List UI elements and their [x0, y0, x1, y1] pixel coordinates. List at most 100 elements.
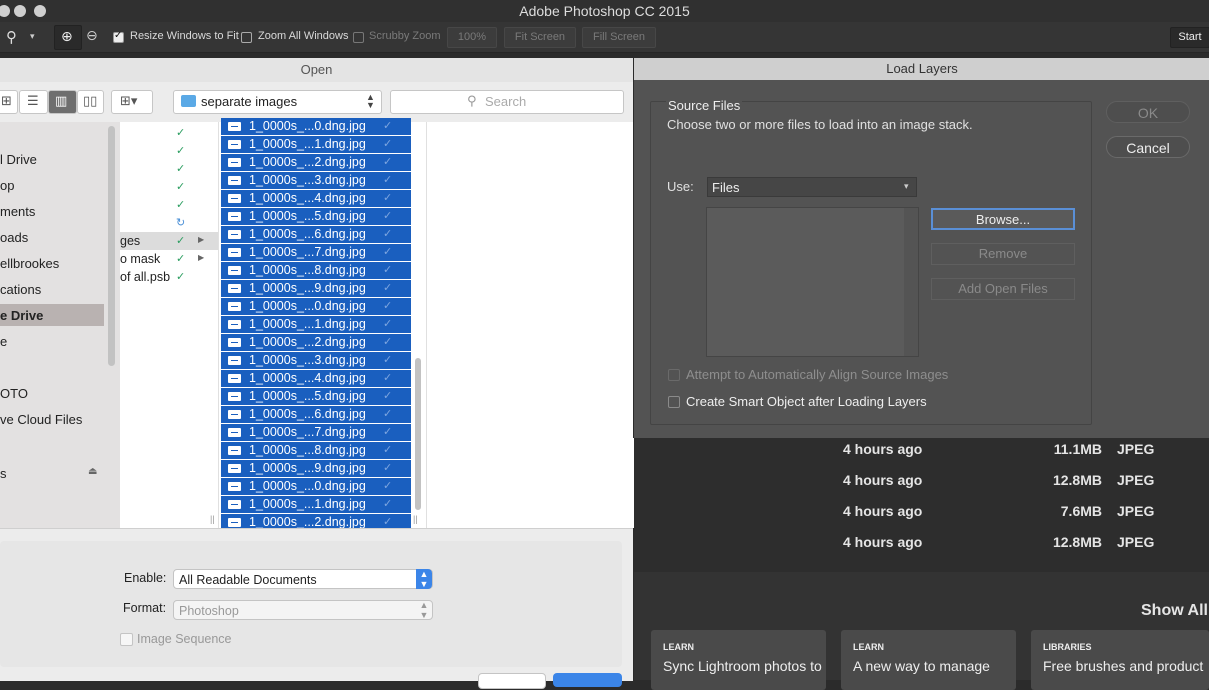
- file-row[interactable]: 1_0000s_...2.dng.jpg ✓: [221, 154, 411, 172]
- image-file-icon: [228, 410, 241, 419]
- sidebar-item[interactable]: cations: [0, 282, 41, 297]
- open-button-partial[interactable]: [553, 673, 622, 687]
- image-file-icon: [228, 374, 241, 383]
- smart-object-checkbox[interactable]: [668, 396, 680, 408]
- file-row[interactable]: 1_0000s_...8.dng.jpg ✓: [221, 442, 411, 460]
- recent-file-row[interactable]: 4 hours ago 7.6MB JPEG: [843, 503, 1154, 519]
- show-all-link[interactable]: Show All: [1141, 602, 1208, 620]
- libraries-card[interactable]: LIBRARIES Free brushes and product: [1031, 630, 1209, 690]
- file-row[interactable]: 1_0000s_...3.dng.jpg ✓: [221, 352, 411, 370]
- file-row[interactable]: 1_0000s_...1.dng.jpg ✓: [221, 316, 411, 334]
- file-row[interactable]: 1_0000s_...6.dng.jpg ✓: [221, 226, 411, 244]
- file-name: 1_0000s_...6.dng.jpg: [249, 407, 366, 421]
- close-window-button[interactable]: [0, 5, 10, 17]
- file-name: 1_0000s_...1.dng.jpg: [249, 497, 366, 511]
- list-view-button[interactable]: ☰: [19, 90, 48, 114]
- sidebar-item[interactable]: e: [0, 334, 7, 349]
- image-file-icon: [228, 356, 241, 365]
- learn-card[interactable]: LEARN A new way to manage: [841, 630, 1016, 690]
- cover-flow-icon: ▯▯: [83, 93, 98, 108]
- sync-check-icon: ✓: [383, 462, 393, 474]
- sidebar-item[interactable]: ments: [0, 204, 35, 219]
- file-row[interactable]: 1_0000s_...1.dng.jpg ✓: [221, 136, 411, 154]
- sidebar-item[interactable]: s: [0, 466, 7, 481]
- file-row[interactable]: 1_0000s_...0.dng.jpg ✓: [221, 298, 411, 316]
- sidebar-item[interactable]: ve Cloud Files: [0, 412, 82, 427]
- file-row[interactable]: 1_0000s_...4.dng.jpg ✓: [221, 370, 411, 388]
- ok-button[interactable]: OK: [1106, 101, 1190, 123]
- file-name: 1_0000s_...9.dng.jpg: [249, 281, 366, 295]
- sidebar-item[interactable]: op: [0, 178, 14, 193]
- cancel-button[interactable]: Cancel: [1106, 136, 1190, 158]
- sync-check-icon: ✓: [383, 426, 393, 438]
- remove-button[interactable]: Remove: [931, 243, 1075, 265]
- zoom-value-field[interactable]: 100%: [447, 27, 497, 48]
- cover-flow-button[interactable]: ▯▯: [77, 90, 104, 114]
- file-row[interactable]: 1_0000s_...7.dng.jpg ✓: [221, 244, 411, 262]
- search-input[interactable]: ⚲ Search: [390, 90, 624, 114]
- app-title: Adobe Photoshop CC 2015: [519, 3, 690, 19]
- zoom-tool-icon[interactable]: ⚲: [6, 28, 17, 46]
- fill-screen-button[interactable]: Fill Screen: [582, 27, 656, 48]
- resize-windows-checkbox[interactable]: [113, 30, 124, 43]
- minimize-window-button[interactable]: [14, 5, 26, 17]
- sidebar-item-selected[interactable]: e Drive: [0, 308, 43, 323]
- location-popup[interactable]: separate images ▲ ▼: [173, 90, 382, 114]
- file-row[interactable]: 1_0000s_...9.dng.jpg ✓: [221, 460, 411, 478]
- file-row[interactable]: 1_0000s_...3.dng.jpg ✓: [221, 172, 411, 190]
- sidebar-item[interactable]: oads: [0, 230, 28, 245]
- sidebar-item[interactable]: ellbrookes: [0, 256, 59, 271]
- eject-icon[interactable]: ⏏: [88, 466, 97, 477]
- sidebar-item[interactable]: l Drive: [0, 152, 37, 167]
- file-row[interactable]: 1_0000s_...5.dng.jpg ✓: [221, 208, 411, 226]
- column-resize-handle[interactable]: ||: [210, 514, 215, 524]
- file-row[interactable]: 1_0000s_...6.dng.jpg ✓: [221, 406, 411, 424]
- browser-column-preview: [426, 122, 634, 539]
- file-row[interactable]: 1_0000s_...0.dng.jpg ✓: [221, 478, 411, 496]
- file-row[interactable]: 1_0000s_...0.dng.jpg ✓: [221, 118, 411, 136]
- arrange-button[interactable]: ⊞▾: [111, 90, 153, 114]
- image-sequence-checkbox[interactable]: [120, 633, 133, 646]
- align-checkbox[interactable]: [668, 369, 680, 381]
- cancel-button-partial[interactable]: [478, 673, 546, 689]
- scrubby-zoom-checkbox[interactable]: [353, 32, 364, 43]
- file-row[interactable]: 1_0000s_...8.dng.jpg ✓: [221, 262, 411, 280]
- use-dropdown[interactable]: Files ▾: [707, 177, 917, 197]
- start-button[interactable]: Start: [1170, 27, 1209, 48]
- columns-icon: ▥: [55, 93, 68, 108]
- enable-popup[interactable]: All Readable Documents ▲ ▼: [173, 569, 433, 589]
- format-popup[interactable]: Photoshop ▲ ▼: [173, 600, 433, 620]
- sidebar-item[interactable]: OTO: [0, 386, 28, 401]
- sync-check-icon: ✓: [383, 192, 393, 204]
- learn-card[interactable]: LEARN Sync Lightroom photos to: [651, 630, 826, 690]
- file-list-scrollbar[interactable]: [415, 358, 421, 510]
- chevron-down-icon[interactable]: ▾: [30, 31, 35, 42]
- sidebar-scrollbar[interactable]: [108, 126, 115, 366]
- browse-button[interactable]: Browse...: [931, 208, 1075, 230]
- zoom-in-button[interactable]: ⊕: [54, 25, 82, 50]
- list-scrollbar-track[interactable]: [904, 208, 918, 356]
- add-open-files-button[interactable]: Add Open Files: [931, 278, 1075, 300]
- file-row[interactable]: 1_0000s_...5.dng.jpg ✓: [221, 388, 411, 406]
- file-row[interactable]: 1_0000s_...7.dng.jpg ✓: [221, 424, 411, 442]
- file-row[interactable]: 1_0000s_...2.dng.jpg ✓: [221, 334, 411, 352]
- file-row[interactable]: 1_0000s_...9.dng.jpg ✓: [221, 280, 411, 298]
- folder-item[interactable]: ges: [120, 234, 140, 248]
- zoom-out-icon[interactable]: ⊖: [86, 27, 98, 44]
- file-item[interactable]: of all.psb: [120, 270, 170, 284]
- recent-file-row[interactable]: 4 hours ago 12.8MB JPEG: [843, 472, 1154, 488]
- recent-file-row[interactable]: 4 hours ago 11.1MB JPEG: [843, 441, 1154, 457]
- card-title: Sync Lightroom photos to: [663, 658, 822, 674]
- fit-screen-button[interactable]: Fit Screen: [504, 27, 576, 48]
- zoom-window-button[interactable]: [34, 5, 46, 17]
- file-row[interactable]: 1_0000s_...4.dng.jpg ✓: [221, 190, 411, 208]
- zoom-all-checkbox[interactable]: [241, 32, 252, 43]
- folder-item[interactable]: o mask: [120, 252, 160, 266]
- source-files-list[interactable]: [706, 207, 919, 357]
- column-resize-handle[interactable]: ||: [413, 514, 418, 524]
- smart-object-label: Create Smart Object after Loading Layers: [686, 394, 927, 409]
- icon-view-button[interactable]: ⊞: [0, 90, 18, 114]
- file-row[interactable]: 1_0000s_...1.dng.jpg ✓: [221, 496, 411, 514]
- column-view-button[interactable]: ▥: [48, 90, 77, 114]
- recent-file-row[interactable]: 4 hours ago 12.8MB JPEG: [843, 534, 1154, 550]
